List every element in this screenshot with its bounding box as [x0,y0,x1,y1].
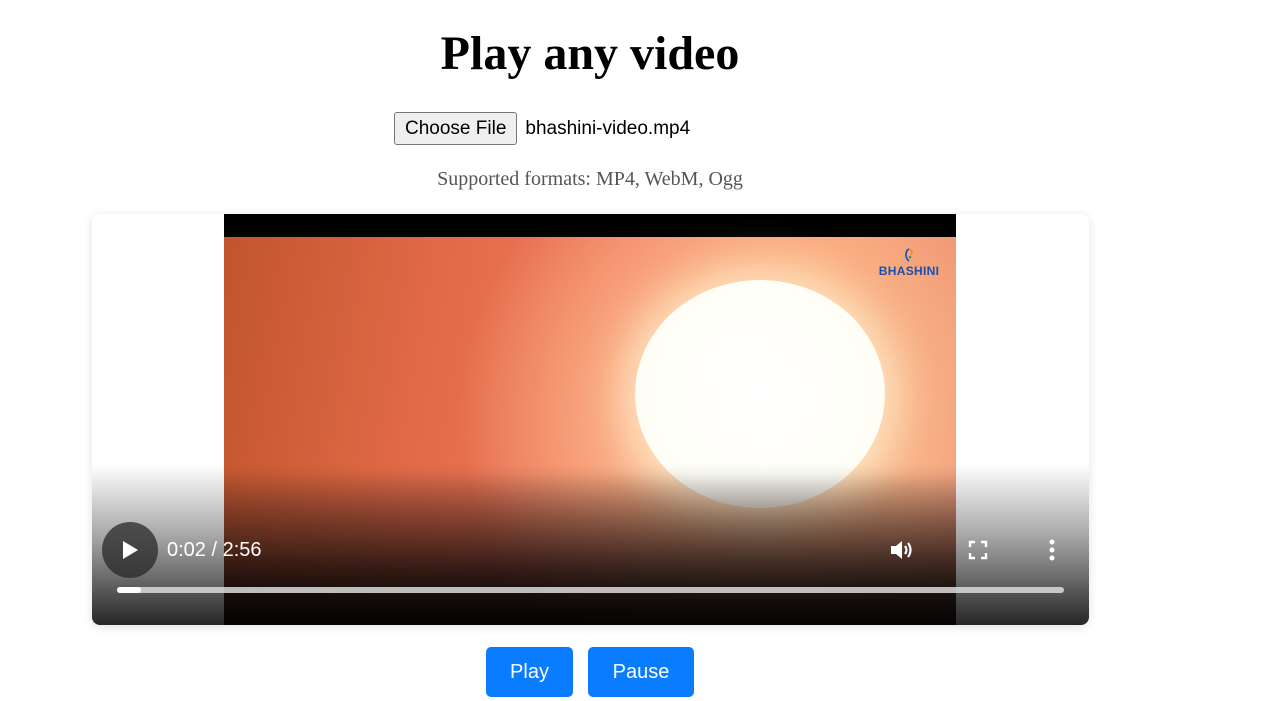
selected-file-name: bhashini-video.mp4 [525,117,691,139]
more-options-button[interactable] [1038,536,1066,564]
volume-button[interactable] [888,536,916,564]
progress-bar[interactable] [117,587,1064,593]
page-title: Play any video [440,27,740,80]
pause-button[interactable]: Pause [588,647,694,697]
fullscreen-button[interactable] [964,536,992,564]
video-player[interactable]: BHASHINI 0:02 / 2:56 [92,214,1089,625]
play-icon [123,541,138,559]
play-button[interactable]: Play [486,647,573,697]
file-input[interactable]: Choose File bhashini-video.mp4 [394,112,690,145]
video-scene-horizon [224,474,956,625]
time-display: 0:02 / 2:56 [167,539,262,561]
video-frame[interactable]: BHASHINI [224,214,956,625]
volume-icon [891,541,912,559]
progress-bar-fill [117,587,141,593]
brand-mark-icon [905,248,913,262]
video-play-button[interactable] [102,522,158,578]
choose-file-button[interactable]: Choose File [394,112,518,145]
brand-logo-text: BHASHINI [878,264,940,278]
brand-logo: BHASHINI [876,248,942,284]
more-options-icon [1049,539,1055,561]
fullscreen-icon [968,540,988,560]
supported-formats-note: Supported formats: MP4, WebM, Ogg [437,168,743,190]
